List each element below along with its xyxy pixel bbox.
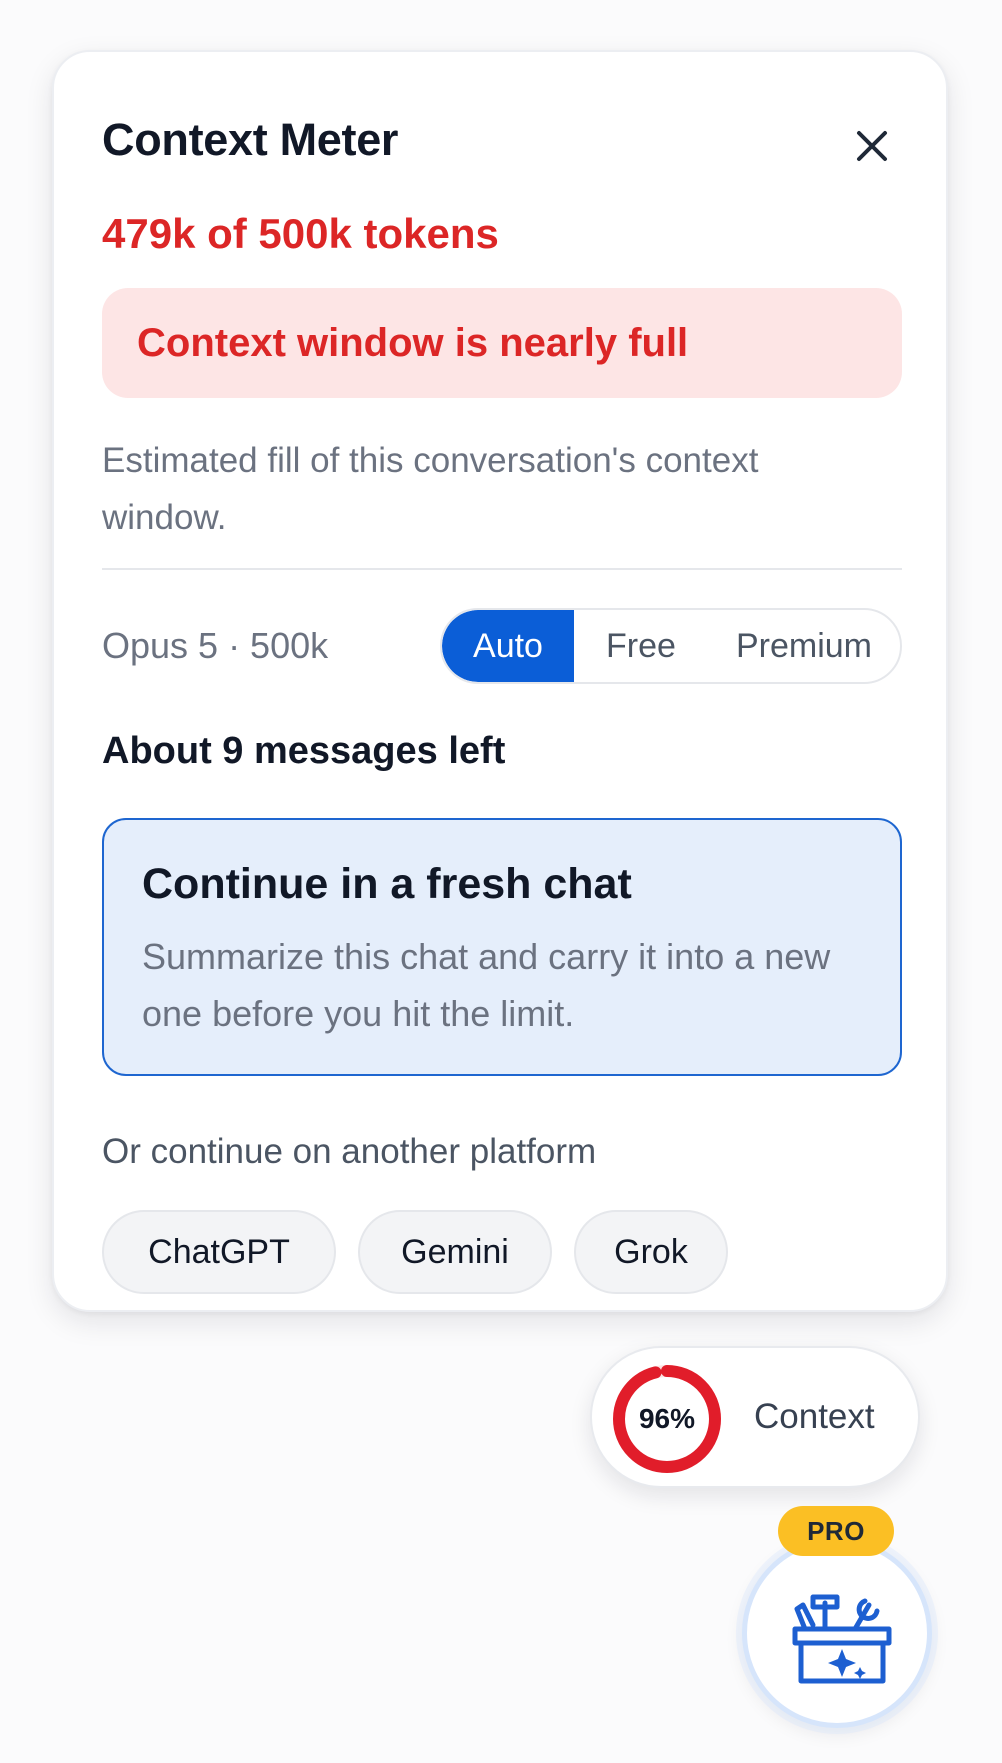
mode-auto-tab[interactable]: Auto xyxy=(442,610,574,682)
divider xyxy=(102,568,902,570)
context-meter-panel: Context Meter 479k of 500k tokens Contex… xyxy=(52,50,948,1312)
platform-chatgpt-button[interactable]: ChatGPT xyxy=(102,1210,336,1294)
token-usage: 479k of 500k tokens xyxy=(102,210,499,257)
toolbox-sparkle-icon xyxy=(792,1594,892,1684)
platform-grok-button[interactable]: Grok xyxy=(574,1210,728,1294)
context-percent: 96% xyxy=(638,1403,696,1434)
context-pill-label: Context xyxy=(754,1397,875,1436)
messages-left: About 9 messages left xyxy=(102,730,506,772)
platform-gemini-button[interactable]: Gemini xyxy=(358,1210,552,1294)
page: Context Meter 479k of 500k tokens Contex… xyxy=(0,0,1002,1763)
platform-label: Or continue on another platform xyxy=(102,1132,597,1171)
panel-title: Context Meter xyxy=(102,114,399,165)
fresh-chat-title: Continue in a fresh chat xyxy=(142,860,632,908)
toolbox-button[interactable] xyxy=(742,1538,932,1728)
mode-free-tab[interactable]: Free xyxy=(574,610,708,682)
context-pill-button[interactable]: 96% Context xyxy=(590,1346,920,1488)
mode-toggle: Auto Free Premium xyxy=(440,608,902,684)
nearly-full-alert: Context window is nearly full xyxy=(102,288,902,398)
mode-premium-tab[interactable]: Premium xyxy=(708,610,900,682)
alert-text: Context window is nearly full xyxy=(137,320,689,365)
fresh-chat-button[interactable]: Continue in a fresh chat Summarize this … xyxy=(102,818,902,1076)
pro-badge: PRO xyxy=(778,1506,894,1556)
close-icon xyxy=(857,131,887,161)
fresh-chat-subtitle: Summarize this chat and carry it into a … xyxy=(142,936,831,1034)
close-button[interactable] xyxy=(844,118,900,174)
model-label: Opus 5 · 500k xyxy=(102,625,329,666)
description: Estimated fill of this conversation's co… xyxy=(102,441,759,537)
